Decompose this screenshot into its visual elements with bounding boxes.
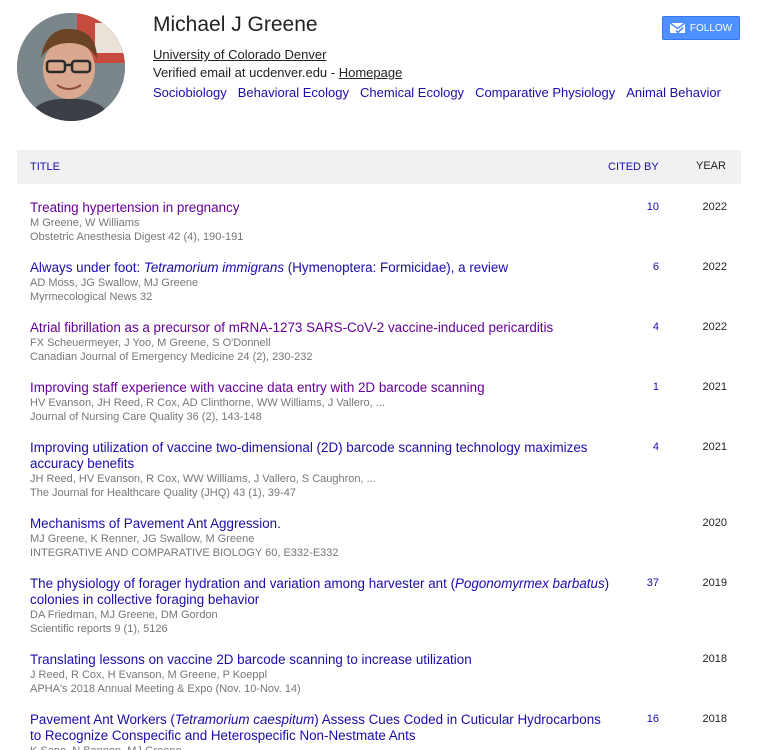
publication-row: Translating lessons on vaccine 2D barcod… — [17, 636, 741, 696]
interest-link[interactable]: Sociobiology — [153, 85, 227, 100]
publication-venue: INTEGRATIVE AND COMPARATIVE BIOLOGY 60, … — [30, 547, 339, 559]
publication-venue: Myrmecological News 32 — [30, 291, 153, 303]
envelope-check-icon — [669, 22, 685, 34]
publication-year: 2020 — [702, 517, 727, 529]
publication-row: Mechanisms of Pavement Ant Aggression. MJ… — [17, 500, 741, 560]
publication-authors: K Sano, N Bannon, MJ Greene — [30, 744, 610, 750]
publication-title-link[interactable]: Treating hypertension in pregnancy — [30, 200, 610, 216]
publication-row: Atrial fibrillation as a precursor of mR… — [17, 304, 741, 364]
column-year-header[interactable]: YEAR — [696, 160, 726, 172]
column-title-header[interactable]: TITLE — [30, 161, 60, 173]
publication-year: 2022 — [702, 321, 727, 333]
cited-by-count[interactable]: 4 — [627, 441, 659, 453]
title-segment: Tetramorium immigrans — [143, 260, 285, 275]
publication-row: Always under foot: Tetramorium immigrans… — [17, 244, 741, 304]
column-cited-header[interactable]: CITED BY — [608, 161, 659, 173]
profile-name: Michael J Greene — [153, 13, 318, 36]
cited-by-count[interactable]: 6 — [627, 261, 659, 273]
email-text: Verified email at ucdenver.edu - — [153, 65, 339, 80]
publication-year: 2021 — [702, 381, 727, 393]
title-segment: Improving utilization of vaccine two-dim… — [30, 440, 588, 471]
cited-by-count[interactable]: 4 — [627, 321, 659, 333]
cited-by-count[interactable]: 37 — [627, 577, 659, 589]
publication-venue: Scientific reports 9 (1), 5126 — [30, 623, 168, 635]
publication-title-link[interactable]: The physiology of forager hydration and … — [30, 576, 610, 608]
title-segment: Translating lessons on vaccine 2D barcod… — [30, 652, 472, 667]
publication-title-link[interactable]: Improving utilization of vaccine two-dim… — [30, 440, 610, 472]
publication-authors: DA Friedman, MJ Greene, DM Gordon — [30, 609, 218, 621]
publication-venue: APHA's 2018 Annual Meeting & Expo (Nov. … — [30, 683, 301, 695]
publication-year: 2018 — [702, 713, 727, 725]
publication-title-link[interactable]: Pavement Ant Workers (Tetramorium caespi… — [30, 712, 610, 744]
publication-row: Pavement Ant Workers (Tetramorium caespi… — [17, 696, 741, 750]
publication-year: 2021 — [702, 441, 727, 453]
affiliation-link[interactable]: University of Colorado Denver — [153, 47, 326, 62]
publication-title-link[interactable]: Always under foot: Tetramorium immigrans… — [30, 260, 610, 276]
publication-title-link[interactable]: Mechanisms of Pavement Ant Aggression. — [30, 516, 610, 532]
publication-row: Improving utilization of vaccine two-dim… — [17, 424, 741, 500]
title-segment: Atrial fibrillation as a precursor of mR… — [30, 320, 554, 335]
interest-link[interactable]: Comparative Physiology — [475, 85, 615, 100]
publication-year: 2018 — [702, 653, 727, 665]
publication-venue: Obstetric Anesthesia Digest 42 (4), 190-… — [30, 231, 244, 243]
title-segment: Tetramorium caespitum — [174, 712, 315, 727]
title-segment: Improving staff experience with vaccine … — [30, 380, 485, 395]
title-segment: Pogonomyrmex barbatus — [455, 576, 605, 591]
publication-authors: AD Moss, JG Swallow, MJ Greene — [30, 277, 199, 289]
publication-authors: MJ Greene, K Renner, JG Swallow, M Green… — [30, 533, 255, 545]
title-segment: (Hymenoptera: Formicidae), a review — [284, 260, 509, 275]
publication-title-link[interactable]: Atrial fibrillation as a precursor of mR… — [30, 320, 610, 336]
interest-link[interactable]: Chemical Ecology — [360, 85, 464, 100]
publication-title-link[interactable]: Translating lessons on vaccine 2D barcod… — [30, 652, 610, 668]
title-segment: Always under foot: — [30, 260, 144, 275]
homepage-link[interactable]: Homepage — [339, 65, 403, 80]
title-segment: Pavement Ant Workers ( — [30, 712, 175, 727]
publication-venue: The Journal for Healthcare Quality (JHQ)… — [30, 487, 296, 499]
publication-year: 2022 — [702, 261, 727, 273]
interest-link[interactable]: Behavioral Ecology — [238, 85, 349, 100]
interest-link[interactable]: Animal Behavior — [626, 85, 721, 100]
avatar-photo-icon — [17, 13, 125, 121]
publication-authors: J Reed, R Cox, H Evanson, M Greene, P Ko… — [30, 669, 268, 681]
cited-by-count[interactable]: 16 — [627, 713, 659, 725]
title-segment: Mechanisms of Pavement Ant Aggression. — [30, 516, 281, 531]
publication-year: 2022 — [702, 201, 727, 213]
publication-row: Treating hypertension in pregnancy M Gree… — [17, 184, 741, 244]
publication-venue: Journal of Nursing Care Quality 36 (2), … — [30, 411, 262, 423]
follow-label: FOLLOW — [689, 22, 733, 34]
title-segment: The physiology of forager hydration and … — [30, 576, 456, 591]
cited-by-count[interactable]: 10 — [627, 201, 659, 213]
publication-authors: JH Reed, HV Evanson, R Cox, WW Williams,… — [30, 473, 376, 485]
publication-row: The physiology of forager hydration and … — [17, 560, 741, 636]
publication-list: Treating hypertension in pregnancy M Gree… — [17, 184, 741, 750]
table-header: TITLE CITED BY YEAR — [17, 150, 741, 184]
publication-venue: Canadian Journal of Emergency Medicine 2… — [30, 351, 313, 363]
publication-authors: HV Evanson, JH Reed, R Cox, AD Clinthorn… — [30, 397, 385, 409]
publication-authors: M Greene, W Williams — [30, 217, 140, 229]
publication-authors: FX Scheuermeyer, J Yoo, M Greene, S O'Do… — [30, 337, 271, 349]
publication-title-link[interactable]: Improving staff experience with vaccine … — [30, 380, 610, 396]
publication-year: 2019 — [702, 577, 727, 589]
research-interests: Sociobiology Behavioral Ecology Chemical E… — [153, 85, 732, 100]
title-segment: Treating hypertension in pregnancy — [30, 200, 240, 215]
profile-header: Michael J Greene University of Colorado … — [0, 0, 768, 140]
cited-by-count[interactable]: 1 — [627, 381, 659, 393]
follow-button[interactable]: FOLLOW — [662, 16, 740, 40]
verified-email: Verified email at ucdenver.edu - Homepag… — [153, 65, 402, 80]
publication-row: Improving staff experience with vaccine … — [17, 364, 741, 424]
profile-avatar — [17, 13, 125, 121]
